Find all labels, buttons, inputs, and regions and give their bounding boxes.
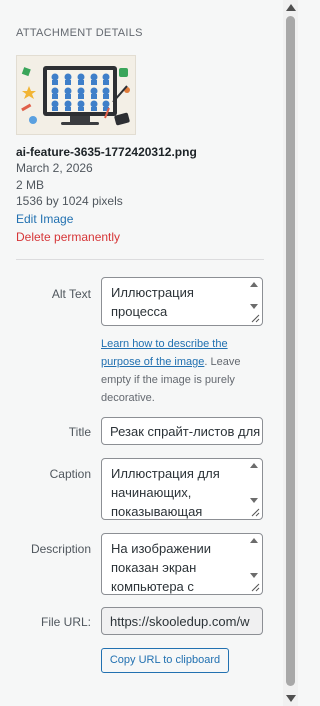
attachment-meta: ai-feature-3635-1772420312.png March 2, … [16, 144, 266, 246]
resize-grip-icon[interactable] [251, 314, 260, 323]
image-dimensions: 1536 by 1024 pixels [16, 194, 123, 208]
delete-permanently-link[interactable]: Delete permanently [16, 229, 266, 246]
thumbnail-image [17, 56, 135, 134]
description-value: На изображении показан экран компьютера … [111, 541, 212, 594]
resize-grip-icon[interactable] [251, 508, 260, 517]
alt-text-value: Иллюстрация процесса [111, 285, 194, 319]
title-input[interactable]: Резак спрайт-листов для [101, 417, 263, 445]
alt-text-textarea[interactable]: Иллюстрация процесса [101, 277, 263, 326]
file-size: 2 MB [16, 177, 45, 192]
alt-text-help: Learn how to describe the purpose of the… [101, 335, 266, 407]
alt-text-label: Alt Text [51, 287, 91, 301]
panel-scrollbar[interactable] [283, 0, 298, 706]
scroll-down-arrow-icon[interactable] [286, 695, 296, 702]
scroll-up-arrow-icon[interactable] [286, 4, 296, 11]
scroll-up-arrow-icon[interactable] [250, 282, 258, 287]
section-title: ATTACHMENT DETAILS [16, 27, 143, 39]
resize-grip-icon[interactable] [251, 583, 260, 592]
upload-date: March 2, 2026 [16, 161, 93, 175]
textarea-scrollbar[interactable] [248, 280, 260, 311]
caption-label: Caption [49, 467, 91, 481]
file-name: ai-feature-3635-1772420312.png [16, 145, 197, 159]
caption-value: Иллюстрация для начинающих, показывающая [111, 466, 220, 519]
divider [16, 259, 264, 260]
scroll-down-arrow-icon[interactable] [250, 304, 258, 309]
description-label: Description [30, 542, 91, 556]
scroll-down-arrow-icon[interactable] [250, 573, 258, 578]
textarea-scrollbar[interactable] [248, 461, 260, 505]
title-label: Title [68, 425, 91, 439]
edit-image-link[interactable]: Edit Image [16, 210, 266, 229]
scrollbar-thumb[interactable] [286, 16, 295, 686]
caption-textarea[interactable]: Иллюстрация для начинающих, показывающая [101, 458, 263, 520]
textarea-scrollbar[interactable] [248, 536, 260, 580]
attachment-details-panel: ATTACHMENT DETAILS ai-feature-3635-17724… [0, 0, 282, 706]
scroll-up-arrow-icon[interactable] [250, 463, 258, 468]
description-textarea[interactable]: На изображении показан экран компьютера … [101, 533, 263, 595]
copy-url-button[interactable]: Copy URL to clipboard [101, 648, 229, 673]
file-url-label: File URL: [40, 615, 91, 629]
scroll-down-arrow-icon[interactable] [250, 498, 258, 503]
attachment-thumbnail[interactable] [16, 55, 136, 135]
scroll-up-arrow-icon[interactable] [250, 538, 258, 543]
file-url-input[interactable]: https://skooledup.com/w [101, 607, 263, 635]
